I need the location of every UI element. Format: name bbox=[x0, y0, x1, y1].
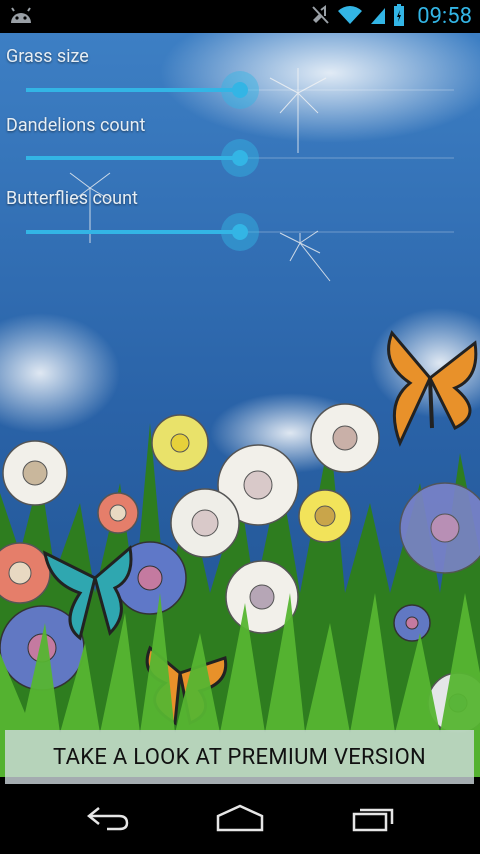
grass-size-slider[interactable] bbox=[26, 70, 454, 110]
back-icon bbox=[85, 804, 131, 836]
clock: 09:58 bbox=[417, 4, 472, 29]
slider-thumb[interactable] bbox=[232, 82, 248, 98]
recent-apps-button[interactable] bbox=[344, 802, 404, 838]
signal-icon bbox=[369, 4, 387, 30]
flower bbox=[399, 482, 480, 574]
flower bbox=[151, 414, 209, 472]
slider-thumb[interactable] bbox=[232, 224, 248, 240]
premium-version-button[interactable]: TAKE A LOOK AT PREMIUM VERSION bbox=[5, 730, 474, 784]
flower bbox=[310, 403, 380, 473]
flower bbox=[2, 440, 68, 506]
status-bar: 09:58 bbox=[0, 0, 480, 33]
navigation-bar bbox=[0, 784, 480, 854]
butterflies-count-label: Butterflies count bbox=[6, 188, 138, 209]
battery-icon bbox=[393, 3, 405, 31]
mute-icon bbox=[309, 4, 331, 30]
dandelions-count-slider[interactable] bbox=[26, 138, 454, 178]
home-icon bbox=[215, 804, 265, 836]
recent-apps-icon bbox=[350, 804, 398, 836]
back-button[interactable] bbox=[78, 802, 138, 838]
dandelions-count-label: Dandelions count bbox=[6, 115, 146, 136]
flower bbox=[170, 488, 240, 558]
butterflies-count-slider[interactable] bbox=[26, 212, 454, 252]
wifi-icon bbox=[337, 4, 363, 30]
flower bbox=[393, 604, 431, 642]
android-icon bbox=[8, 5, 34, 31]
grass-size-label: Grass size bbox=[6, 46, 89, 67]
home-button[interactable] bbox=[210, 802, 270, 838]
flower bbox=[97, 492, 139, 534]
slider-thumb[interactable] bbox=[232, 150, 248, 166]
flower bbox=[298, 489, 352, 543]
